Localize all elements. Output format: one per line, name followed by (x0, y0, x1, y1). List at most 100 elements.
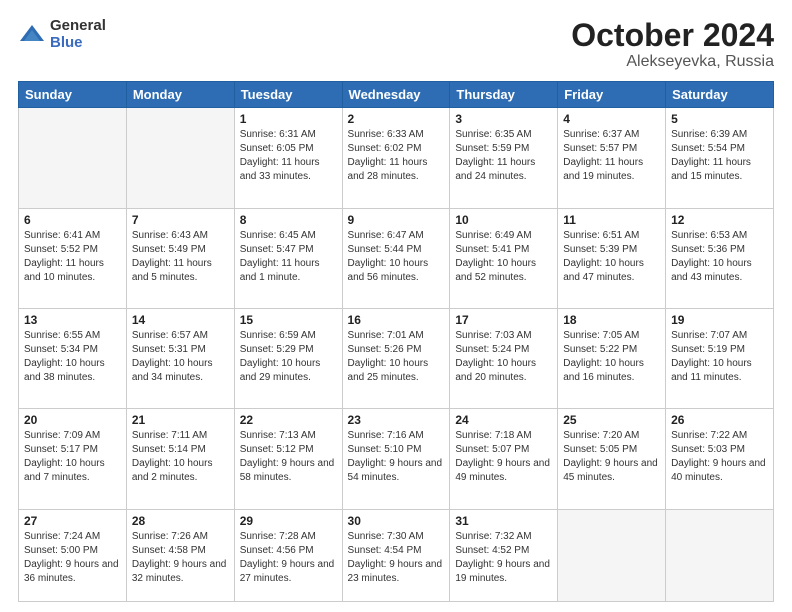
day-cell (558, 509, 666, 601)
day-number: 31 (455, 514, 552, 528)
week-row-1: 1 Sunrise: 6:31 AM Sunset: 6:05 PM Daylig… (19, 108, 774, 208)
logo-general: General (50, 18, 106, 35)
day-info: Sunrise: 7:22 AM Sunset: 5:03 PM Dayligh… (671, 429, 768, 485)
week-row-4: 20 Sunrise: 7:09 AM Sunset: 5:17 PM Dayli… (19, 409, 774, 509)
day-info: Sunrise: 7:30 AM Sunset: 4:54 PM Dayligh… (348, 530, 445, 586)
day-cell: 29 Sunrise: 7:28 AM Sunset: 4:56 PM Dayli… (234, 509, 342, 601)
col-friday: Friday (558, 82, 666, 108)
col-thursday: Thursday (450, 82, 558, 108)
month-title: October 2024 (571, 18, 774, 53)
day-number: 14 (132, 313, 229, 327)
day-cell: 15Sunrise: 6:59 AM Sunset: 5:29 PM Dayli… (234, 308, 342, 408)
day-cell: 3Sunrise: 6:35 AM Sunset: 5:59 PM Daylig… (450, 108, 558, 208)
day-number: 23 (348, 413, 445, 427)
day-info: Sunrise: 6:57 AM Sunset: 5:31 PM Dayligh… (132, 329, 229, 385)
day-info: Sunrise: 7:24 AM Sunset: 5:00 PM Dayligh… (24, 530, 121, 586)
col-saturday: Saturday (666, 82, 774, 108)
day-info: Sunrise: 7:20 AM Sunset: 5:05 PM Dayligh… (563, 429, 660, 485)
day-number: 24 (455, 413, 552, 427)
day-info: Sunrise: 6:55 AM Sunset: 5:34 PM Dayligh… (24, 329, 121, 385)
calendar-header: Sunday Monday Tuesday Wednesday Thursday… (19, 82, 774, 108)
day-info: Sunrise: 6:31 AM Sunset: 6:05 PM Dayligh… (240, 128, 337, 184)
day-info: Sunrise: 6:53 AM Sunset: 5:36 PM Dayligh… (671, 229, 768, 285)
day-cell: 16 Sunrise: 7:01 AM Sunset: 5:26 PM Dayli… (342, 308, 450, 408)
location: Alekseyevka, Russia (571, 53, 774, 71)
day-cell: 14 Sunrise: 6:57 AM Sunset: 5:31 PM Dayli… (126, 308, 234, 408)
day-number: 6 (24, 213, 121, 227)
day-cell: 9 Sunrise: 6:47 AM Sunset: 5:44 PM Daylig… (342, 208, 450, 308)
day-cell: 22Sunrise: 7:13 AM Sunset: 5:12 PM Dayli… (234, 409, 342, 509)
day-cell: 19 Sunrise: 7:07 AM Sunset: 5:19 PM Dayli… (666, 308, 774, 408)
day-cell (19, 108, 127, 208)
day-number: 7 (132, 213, 229, 227)
day-cell: 7Sunrise: 6:43 AM Sunset: 5:49 PM Daylig… (126, 208, 234, 308)
day-info: Sunrise: 6:49 AM Sunset: 5:41 PM Dayligh… (455, 229, 552, 285)
day-cell: 2Sunrise: 6:33 AM Sunset: 6:02 PM Daylig… (342, 108, 450, 208)
day-cell: 28Sunrise: 7:26 AM Sunset: 4:58 PM Dayli… (126, 509, 234, 601)
day-cell: 21 Sunrise: 7:11 AM Sunset: 5:14 PM Dayli… (126, 409, 234, 509)
day-cell: 26Sunrise: 7:22 AM Sunset: 5:03 PM Dayli… (666, 409, 774, 509)
title-block: October 2024 Alekseyevka, Russia (571, 18, 774, 71)
day-number: 22 (240, 413, 337, 427)
day-number: 13 (24, 313, 121, 327)
col-wednesday: Wednesday (342, 82, 450, 108)
day-info: Sunrise: 7:28 AM Sunset: 4:56 PM Dayligh… (240, 530, 337, 586)
logo-blue: Blue (50, 35, 106, 52)
day-info: Sunrise: 6:39 AM Sunset: 5:54 PM Dayligh… (671, 128, 768, 184)
day-info: Sunrise: 7:18 AM Sunset: 5:07 PM Dayligh… (455, 429, 552, 485)
day-number: 1 (240, 112, 337, 126)
day-info: Sunrise: 6:47 AM Sunset: 5:44 PM Dayligh… (348, 229, 445, 285)
day-number: 21 (132, 413, 229, 427)
day-cell: 8 Sunrise: 6:45 AM Sunset: 5:47 PM Daylig… (234, 208, 342, 308)
day-info: Sunrise: 6:51 AM Sunset: 5:39 PM Dayligh… (563, 229, 660, 285)
day-cell: 18 Sunrise: 7:05 AM Sunset: 5:22 PM Dayli… (558, 308, 666, 408)
day-number: 10 (455, 213, 552, 227)
day-info: Sunrise: 6:37 AM Sunset: 5:57 PM Dayligh… (563, 128, 660, 184)
day-info: Sunrise: 7:11 AM Sunset: 5:14 PM Dayligh… (132, 429, 229, 485)
day-cell: 17 Sunrise: 7:03 AM Sunset: 5:24 PM Dayli… (450, 308, 558, 408)
logo: General Blue (18, 18, 106, 51)
day-info: Sunrise: 7:09 AM Sunset: 5:17 PM Dayligh… (24, 429, 121, 485)
day-cell: 5 Sunrise: 6:39 AM Sunset: 5:54 PM Daylig… (666, 108, 774, 208)
day-info: Sunrise: 7:05 AM Sunset: 5:22 PM Dayligh… (563, 329, 660, 385)
day-number: 4 (563, 112, 660, 126)
day-info: Sunrise: 6:45 AM Sunset: 5:47 PM Dayligh… (240, 229, 337, 285)
day-number: 17 (455, 313, 552, 327)
day-cell: 1 Sunrise: 6:31 AM Sunset: 6:05 PM Daylig… (234, 108, 342, 208)
week-row-2: 6 Sunrise: 6:41 AM Sunset: 5:52 PM Daylig… (19, 208, 774, 308)
day-number: 19 (671, 313, 768, 327)
header: General Blue October 2024 Alekseyevka, R… (18, 18, 774, 71)
day-number: 11 (563, 213, 660, 227)
day-cell: 10 Sunrise: 6:49 AM Sunset: 5:41 PM Dayli… (450, 208, 558, 308)
day-info: Sunrise: 7:01 AM Sunset: 5:26 PM Dayligh… (348, 329, 445, 385)
day-info: Sunrise: 7:07 AM Sunset: 5:19 PM Dayligh… (671, 329, 768, 385)
day-info: Sunrise: 6:41 AM Sunset: 5:52 PM Dayligh… (24, 229, 121, 285)
day-number: 20 (24, 413, 121, 427)
day-info: Sunrise: 7:16 AM Sunset: 5:10 PM Dayligh… (348, 429, 445, 485)
day-number: 28 (132, 514, 229, 528)
day-cell: 4 Sunrise: 6:37 AM Sunset: 5:57 PM Daylig… (558, 108, 666, 208)
logo-text: General Blue (50, 18, 106, 51)
day-cell: 24 Sunrise: 7:18 AM Sunset: 5:07 PM Dayli… (450, 409, 558, 509)
day-number: 25 (563, 413, 660, 427)
day-info: Sunrise: 7:32 AM Sunset: 4:52 PM Dayligh… (455, 530, 552, 586)
day-number: 3 (455, 112, 552, 126)
day-number: 5 (671, 112, 768, 126)
day-cell: 23 Sunrise: 7:16 AM Sunset: 5:10 PM Dayli… (342, 409, 450, 509)
day-cell: 13 Sunrise: 6:55 AM Sunset: 5:34 PM Dayli… (19, 308, 127, 408)
day-number: 18 (563, 313, 660, 327)
page: General Blue October 2024 Alekseyevka, R… (0, 0, 792, 612)
col-monday: Monday (126, 82, 234, 108)
col-tuesday: Tuesday (234, 82, 342, 108)
day-number: 8 (240, 213, 337, 227)
day-info: Sunrise: 7:03 AM Sunset: 5:24 PM Dayligh… (455, 329, 552, 385)
calendar-table: Sunday Monday Tuesday Wednesday Thursday… (18, 81, 774, 602)
day-number: 29 (240, 514, 337, 528)
day-number: 9 (348, 213, 445, 227)
day-number: 16 (348, 313, 445, 327)
day-cell: 6 Sunrise: 6:41 AM Sunset: 5:52 PM Daylig… (19, 208, 127, 308)
day-cell: 27Sunrise: 7:24 AM Sunset: 5:00 PM Dayli… (19, 509, 127, 601)
day-cell (666, 509, 774, 601)
day-cell: 20 Sunrise: 7:09 AM Sunset: 5:17 PM Dayli… (19, 409, 127, 509)
day-info: Sunrise: 6:59 AM Sunset: 5:29 PM Dayligh… (240, 329, 337, 385)
